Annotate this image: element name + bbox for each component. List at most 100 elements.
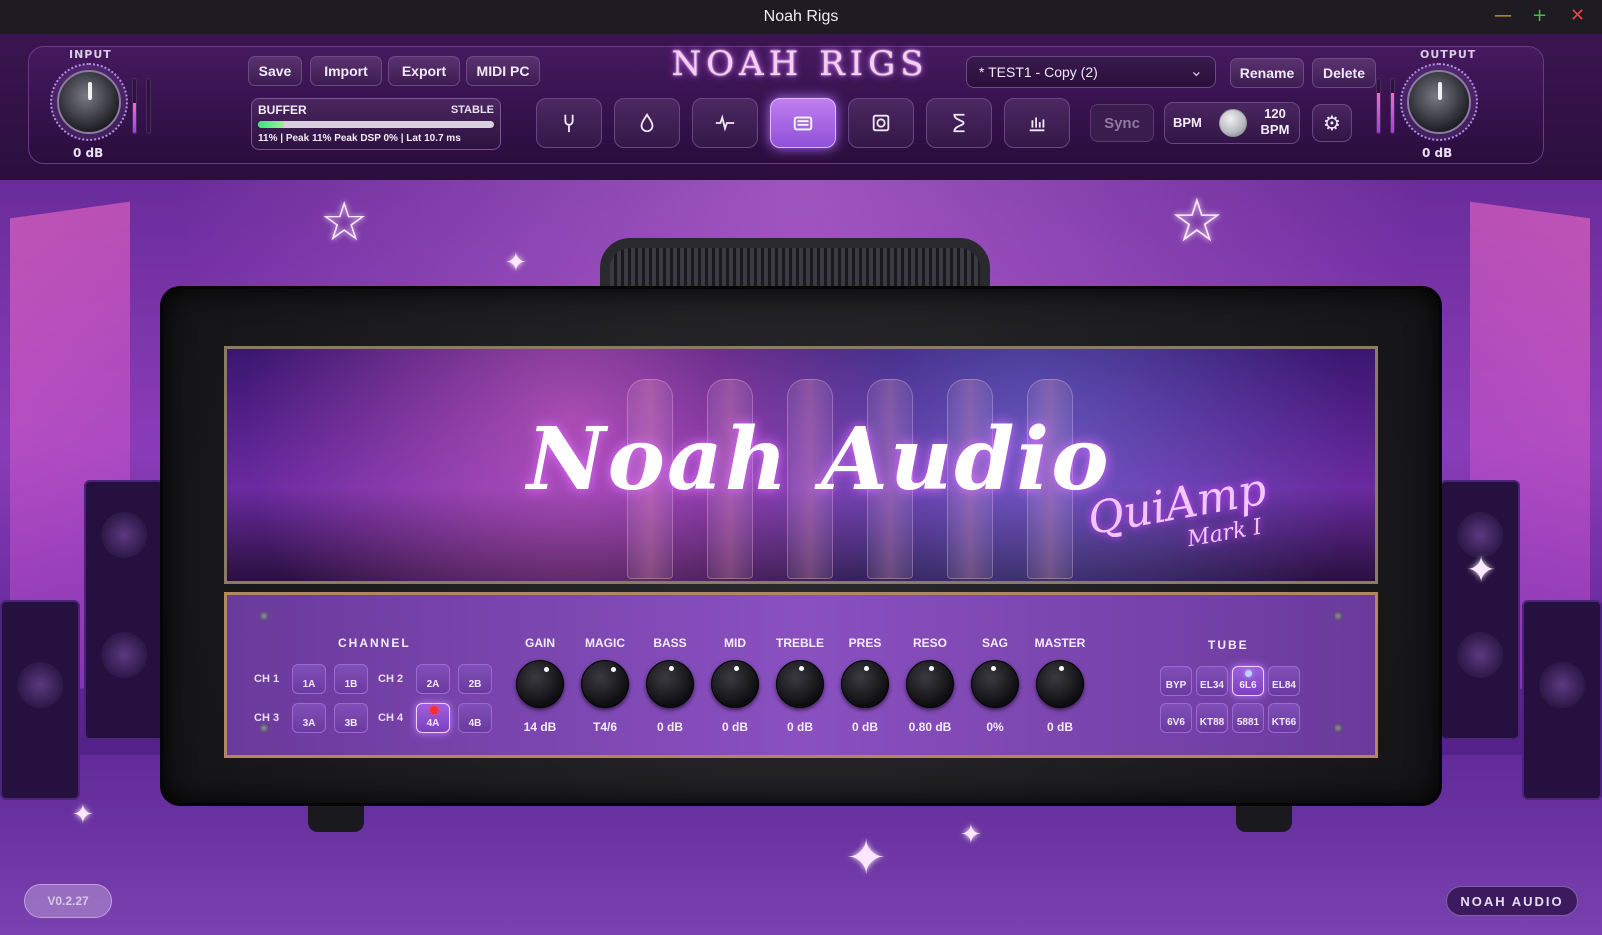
input-gain-knob[interactable] bbox=[50, 63, 128, 141]
buffer-state: STABLE bbox=[450, 104, 494, 116]
channel-button-2b[interactable]: 2B bbox=[458, 664, 492, 694]
bpm-label: BPM bbox=[1173, 115, 1202, 130]
master-knob[interactable] bbox=[1036, 660, 1084, 708]
tube-title: TUBE bbox=[1208, 638, 1249, 652]
tube-button-kt66[interactable]: KT66 bbox=[1268, 703, 1300, 733]
control-label-pres: PRES bbox=[848, 636, 882, 650]
tube-led-icon bbox=[1245, 670, 1252, 677]
control-label-reso: RESO bbox=[912, 636, 947, 650]
sparkle-decoration: ✦ bbox=[505, 248, 527, 278]
preset-select[interactable]: * TEST1 - Copy (2) ⌄ bbox=[966, 56, 1216, 88]
bpm-value: 120 BPM bbox=[1260, 106, 1290, 137]
control-label-gain: GAIN bbox=[525, 636, 555, 650]
window-titlebar: Noah Rigs — + ✕ bbox=[0, 0, 1602, 34]
settings-button[interactable]: ⚙ bbox=[1312, 104, 1352, 142]
sync-button[interactable]: Sync bbox=[1090, 104, 1154, 142]
buffer-label: BUFFER bbox=[258, 103, 307, 117]
midi-pc-button[interactable]: MIDI PC bbox=[466, 56, 540, 86]
sag-knob[interactable] bbox=[971, 660, 1019, 708]
control-label-bass: BASS bbox=[653, 636, 687, 650]
export-button[interactable]: Export bbox=[388, 56, 460, 86]
tab-eq[interactable] bbox=[1004, 98, 1070, 148]
right-speaker bbox=[1440, 480, 1520, 740]
channel-button-4a[interactable]: 4A bbox=[416, 703, 450, 733]
buffer-stats: 11% | Peak 11% Peak DSP 0% | Lat 10.7 ms bbox=[258, 133, 461, 144]
channel-button-4b[interactable]: 4B bbox=[458, 703, 492, 733]
output-meter-right bbox=[1390, 78, 1395, 134]
input-meter-secondary bbox=[146, 78, 151, 134]
tube-button-byp[interactable]: BYP bbox=[1160, 666, 1192, 696]
gain-knob[interactable] bbox=[516, 660, 564, 708]
rename-button[interactable]: Rename bbox=[1230, 58, 1304, 88]
amp-foot bbox=[1236, 806, 1292, 832]
control-value-magic: T4/6 bbox=[592, 720, 617, 734]
tube-button-el34[interactable]: EL34 bbox=[1196, 666, 1228, 696]
amp-foot bbox=[308, 806, 364, 832]
control-value-bass: 0 dB bbox=[656, 720, 683, 734]
preset-name: * TEST1 - Copy (2) bbox=[979, 64, 1098, 80]
tube-button-el84[interactable]: EL84 bbox=[1268, 666, 1300, 696]
control-value-treble: 0 dB bbox=[786, 720, 813, 734]
tab-cabinet[interactable] bbox=[848, 98, 914, 148]
brand-badge: NOAH AUDIO bbox=[1446, 886, 1578, 916]
minimize-icon[interactable]: — bbox=[1494, 6, 1512, 26]
mid-knob[interactable] bbox=[711, 660, 759, 708]
control-value-reso: 0.80 dB bbox=[908, 720, 952, 734]
output-meter-left bbox=[1376, 78, 1381, 134]
buffer-status: BUFFER STABLE 11% | Peak 11% Peak DSP 0%… bbox=[251, 98, 501, 150]
control-value-gain: 14 dB bbox=[523, 720, 557, 734]
control-label-magic: MAGIC bbox=[585, 636, 625, 650]
tube-button-kt88[interactable]: KT88 bbox=[1196, 703, 1228, 733]
amp-icon bbox=[793, 116, 813, 131]
channel-button-1b[interactable]: 1B bbox=[334, 664, 368, 694]
star-decoration: ☆ bbox=[1170, 186, 1224, 256]
equalizer-icon bbox=[1029, 117, 1045, 132]
reso-knob[interactable] bbox=[906, 660, 954, 708]
speaker-icon bbox=[872, 114, 890, 132]
channel-label: CH 2 bbox=[378, 673, 404, 685]
channel-led-icon bbox=[430, 706, 438, 714]
close-icon[interactable]: ✕ bbox=[1570, 6, 1585, 26]
buffer-bar bbox=[258, 121, 494, 128]
control-value-mid: 0 dB bbox=[721, 720, 748, 734]
tube-button-6v6[interactable]: 6V6 bbox=[1160, 703, 1192, 733]
version-badge: V0.2.27 bbox=[24, 884, 112, 918]
channel-title: CHANNEL bbox=[338, 636, 411, 650]
tab-pulse[interactable] bbox=[692, 98, 758, 148]
gear-icon: ⚙ bbox=[1323, 111, 1341, 135]
window-title: Noah Rigs bbox=[763, 8, 839, 25]
drop-icon bbox=[640, 112, 654, 133]
channel-button-3a[interactable]: 3A bbox=[292, 703, 326, 733]
channel-button-1a[interactable]: 1A bbox=[292, 664, 326, 694]
import-button[interactable]: Import bbox=[310, 56, 382, 86]
tab-hourglass[interactable] bbox=[926, 98, 992, 148]
treble-knob[interactable] bbox=[776, 660, 824, 708]
tube-button-6l6[interactable]: 6L6 bbox=[1232, 666, 1264, 696]
channel-button-3b[interactable]: 3B bbox=[334, 703, 368, 733]
tab-tuner[interactable] bbox=[536, 98, 602, 148]
maximize-icon[interactable]: + bbox=[1532, 6, 1547, 26]
tab-drop[interactable] bbox=[614, 98, 680, 148]
pres-knob[interactable] bbox=[841, 660, 889, 708]
sparkle-decoration: ✦ bbox=[1466, 550, 1497, 591]
bass-knob[interactable] bbox=[646, 660, 694, 708]
control-value-master: 0 dB bbox=[1046, 720, 1073, 734]
channel-button-2a[interactable]: 2A bbox=[416, 664, 450, 694]
tube-button-5881[interactable]: 5881 bbox=[1232, 703, 1264, 733]
output-volume-knob[interactable] bbox=[1400, 63, 1478, 141]
save-button[interactable]: Save bbox=[248, 56, 302, 86]
channel-label: CH 3 bbox=[254, 712, 280, 724]
waveform-icon bbox=[715, 114, 735, 132]
control-label-mid: MID bbox=[724, 636, 746, 650]
control-label-master: MASTER bbox=[1034, 636, 1086, 650]
control-label-treble: TREBLE bbox=[776, 636, 824, 650]
bpm-knob[interactable] bbox=[1219, 109, 1247, 137]
input-label: INPUT bbox=[69, 48, 112, 61]
bpm-control: BPM 120 BPM bbox=[1164, 102, 1300, 144]
delete-button[interactable]: Delete bbox=[1312, 58, 1376, 88]
left-speaker-small bbox=[0, 600, 80, 800]
amp-display-window: Noah Audio QuiAmp Mark I bbox=[224, 346, 1378, 584]
tab-amp[interactable] bbox=[770, 98, 836, 148]
output-label: OUTPUT bbox=[1420, 48, 1477, 61]
magic-knob[interactable] bbox=[581, 660, 629, 708]
